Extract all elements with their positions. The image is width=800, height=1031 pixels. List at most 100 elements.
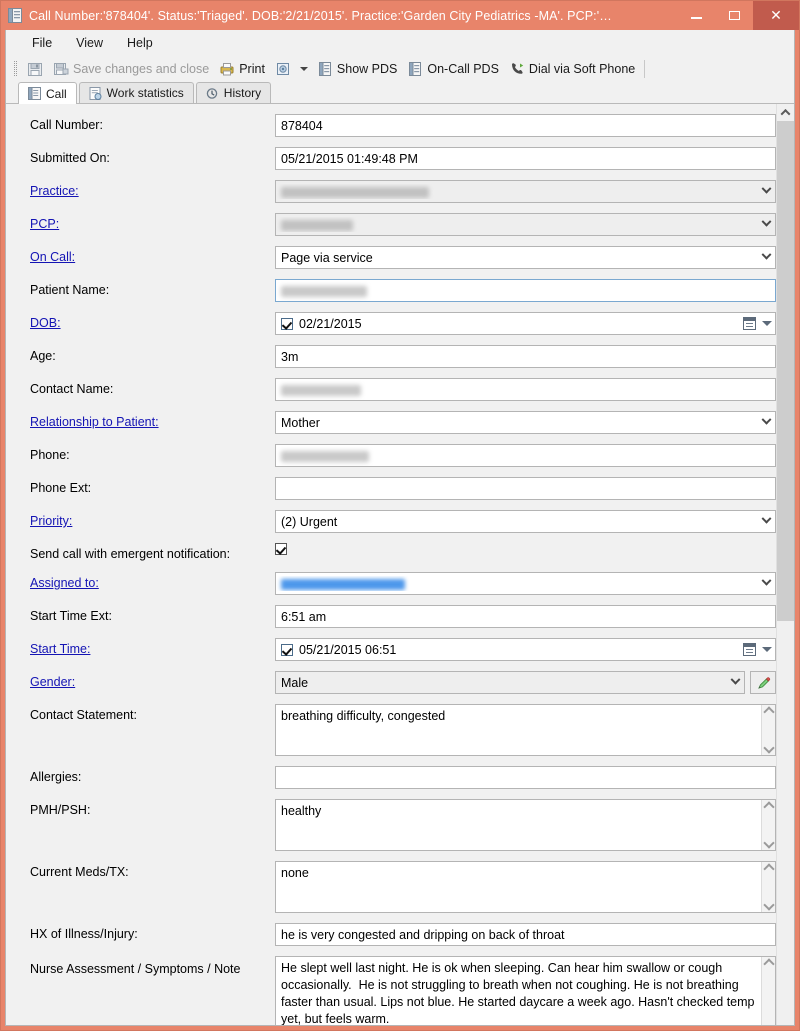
field-row-contact-statement: Contact Statement: breathing difficulty,…: [6, 704, 776, 756]
start-time-checkbox[interactable]: [281, 643, 293, 656]
tab-call[interactable]: Call: [18, 82, 77, 104]
call-number-input[interactable]: 878404: [275, 114, 776, 137]
menu-file[interactable]: File: [20, 33, 64, 53]
assigned-to-value: [276, 576, 758, 591]
maximize-button[interactable]: [715, 1, 753, 30]
dob-value: 02/21/2015: [299, 317, 362, 331]
save-icon: [27, 61, 43, 77]
scroll-up-button[interactable]: [777, 104, 794, 121]
start-time-datepicker[interactable]: 05/21/2015 06:51: [275, 638, 776, 661]
nurse-assessment-label: Nurse Assessment / Symptoms / Note: [30, 962, 241, 976]
redacted-text: [281, 286, 367, 298]
pcp-label[interactable]: PCP:: [30, 213, 275, 232]
nurse-assessment-textarea[interactable]: He slept well last night. He is ok when …: [275, 956, 776, 1025]
dial-label: Dial via Soft Phone: [528, 61, 636, 76]
practice-label[interactable]: Practice:: [30, 180, 275, 199]
chevron-down-icon[interactable]: [758, 511, 775, 532]
print-preview-icon: [275, 61, 291, 77]
print-label: Print: [239, 61, 265, 76]
redacted-text: [281, 385, 361, 397]
on-call-label[interactable]: On Call:: [30, 246, 275, 265]
form-vertical-scrollbar[interactable]: [776, 104, 794, 1025]
toolbar-grip[interactable]: [14, 61, 17, 76]
start-time-ext-input[interactable]: 6:51 am: [275, 605, 776, 628]
current-meds-scrollbar[interactable]: [761, 862, 775, 912]
tab-history[interactable]: History: [195, 82, 272, 103]
pmh-psh-textarea[interactable]: healthy: [275, 799, 776, 851]
scrollbar-thumb[interactable]: [777, 121, 794, 621]
nurse-assessment-value: He slept well last night. He is ok when …: [281, 961, 758, 1025]
emergent-checkbox[interactable]: [275, 543, 287, 555]
oncall-pds-label: On-Call PDS: [427, 61, 499, 76]
patient-name-input[interactable]: [275, 279, 776, 302]
pmh-psh-scrollbar[interactable]: [761, 800, 775, 850]
oncall-pds-button[interactable]: On-Call PDS: [402, 58, 504, 80]
dial-soft-phone-button[interactable]: Dial via Soft Phone: [504, 58, 640, 80]
practice-combobox[interactable]: [275, 180, 776, 203]
age-input[interactable]: 3m: [275, 345, 776, 368]
allergies-input[interactable]: [275, 766, 776, 789]
dob-checkbox[interactable]: [281, 317, 293, 330]
relationship-label[interactable]: Relationship to Patient:: [30, 411, 275, 430]
nurse-assessment-scrollbar[interactable]: [761, 957, 775, 1025]
dob-datepicker[interactable]: 02/21/2015: [275, 312, 776, 335]
form-scroll-region: Call Number: 878404 Submitted On: 05/21/…: [6, 104, 794, 1025]
field-row-pcp: PCP:: [6, 213, 776, 236]
application-window: Call Number:'878404'. Status:'Triaged'. …: [0, 0, 800, 1031]
toolbar-separator: [644, 59, 646, 78]
tab-work-statistics[interactable]: Work statistics: [78, 82, 194, 103]
edit-gender-button[interactable]: [750, 671, 776, 694]
chevron-down-icon[interactable]: [758, 412, 775, 433]
age-label: Age:: [30, 349, 56, 363]
print-dropdown-arrow[interactable]: [299, 66, 308, 71]
start-time-label[interactable]: Start Time:: [30, 638, 275, 657]
contact-statement-textarea[interactable]: breathing difficulty, congested: [275, 704, 776, 756]
phone-input[interactable]: [275, 444, 776, 467]
chevron-down-icon[interactable]: [758, 573, 775, 594]
contact-name-input[interactable]: [275, 378, 776, 401]
scroll-down-icon: [762, 742, 775, 754]
scrollbar-track[interactable]: [777, 121, 794, 1025]
hx-illness-input[interactable]: he is very congested and dripping on bac…: [275, 923, 776, 946]
start-time-dropdown-arrow[interactable]: [759, 639, 775, 660]
menu-view[interactable]: View: [64, 33, 115, 53]
gender-combobox[interactable]: Male: [275, 671, 745, 694]
minimize-button[interactable]: [677, 1, 715, 30]
field-row-start-time: Start Time: 05/21/2015 06:51: [6, 638, 776, 661]
field-row-start-time-ext: Start Time Ext: 6:51 am: [6, 605, 776, 628]
field-row-practice: Practice:: [6, 180, 776, 203]
chevron-down-icon[interactable]: [758, 214, 775, 235]
scroll-down-icon: [762, 837, 775, 849]
assigned-to-combobox[interactable]: [275, 572, 776, 595]
save-and-close-button[interactable]: Save changes and close: [48, 58, 214, 80]
priority-combobox[interactable]: (2) Urgent: [275, 510, 776, 533]
chevron-down-icon[interactable]: [727, 672, 744, 693]
relationship-combobox[interactable]: Mother: [275, 411, 776, 434]
print-options-button[interactable]: [270, 58, 296, 80]
submitted-on-input[interactable]: 05/21/2015 01:49:48 PM: [275, 147, 776, 170]
call-form: Call Number: 878404 Submitted On: 05/21/…: [6, 104, 776, 1025]
menu-help[interactable]: Help: [115, 33, 165, 53]
pcp-combobox[interactable]: [275, 213, 776, 236]
phone-ext-input[interactable]: [275, 477, 776, 500]
on-call-combobox[interactable]: Page via service: [275, 246, 776, 269]
current-meds-label: Current Meds/TX:: [30, 865, 129, 879]
assigned-to-label[interactable]: Assigned to:: [30, 572, 275, 591]
tab-call-label: Call: [46, 86, 67, 101]
dob-label[interactable]: DOB:: [30, 312, 275, 331]
current-meds-textarea[interactable]: none: [275, 861, 776, 913]
calendar-icon[interactable]: [739, 313, 759, 334]
contact-statement-scrollbar[interactable]: [761, 705, 775, 755]
priority-label[interactable]: Priority:: [30, 510, 275, 529]
close-button[interactable]: ✕: [753, 1, 799, 30]
calendar-icon[interactable]: [739, 639, 759, 660]
print-button[interactable]: Print: [214, 58, 270, 80]
field-row-age: Age: 3m: [6, 345, 776, 368]
chevron-down-icon[interactable]: [758, 181, 775, 202]
show-pds-button[interactable]: Show PDS: [312, 58, 402, 80]
save-button[interactable]: [22, 58, 48, 80]
dob-dropdown-arrow[interactable]: [759, 313, 775, 334]
gender-label[interactable]: Gender:: [30, 671, 275, 690]
chevron-down-icon[interactable]: [758, 247, 775, 268]
show-pds-label: Show PDS: [336, 61, 398, 76]
